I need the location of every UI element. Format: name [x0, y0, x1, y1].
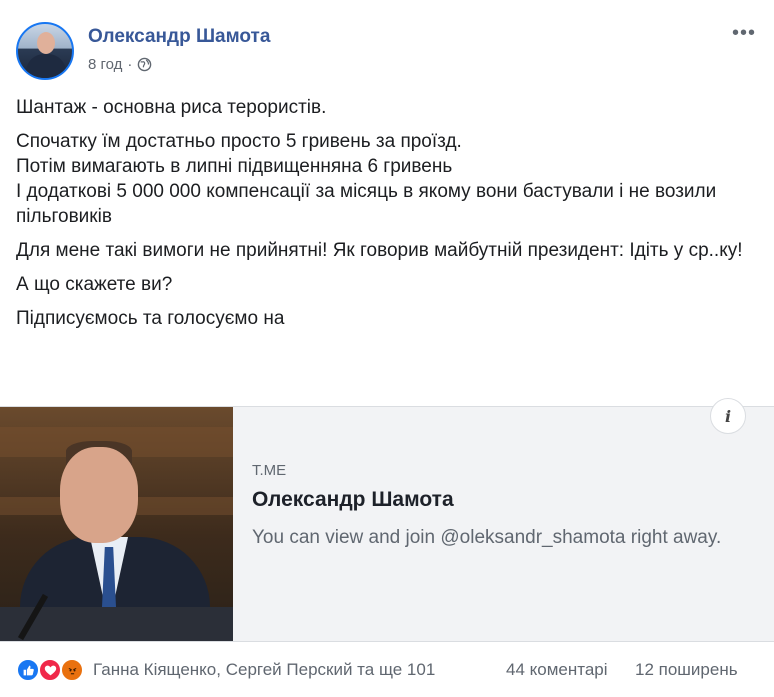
post-paragraph: А що скажете ви? [16, 274, 173, 295]
post-paragraph: Шантаж - основна риса терористів. [16, 97, 327, 118]
meta-separator: · [127, 56, 133, 73]
shares-count[interactable]: 12 поширень [635, 660, 738, 680]
reaction-names[interactable]: Ганна Кіященко, Сергей Перский та ще 101 [93, 660, 435, 680]
post-footer: Ганна Кіященко, Сергей Перский та ще 101… [0, 654, 774, 686]
post-paragraph: Підписуємось та голосуємо на [16, 308, 285, 329]
more-options-icon[interactable]: ••• [732, 22, 756, 45]
post-meta: 8 год · [88, 56, 152, 73]
author-avatar[interactable] [16, 22, 74, 80]
info-icon[interactable]: i [710, 398, 746, 434]
comments-count[interactable]: 44 коментарі [506, 660, 608, 680]
avatar-suit [26, 54, 66, 78]
post-paragraph: Спочатку їм достатньо просто 5 гривень з… [16, 131, 462, 152]
post-time[interactable]: 8 год [88, 56, 122, 73]
link-domain: T.ME [252, 462, 287, 479]
globe-icon[interactable] [137, 57, 152, 72]
post-paragraph: Потім вимагають в липні підвищенняна 6 г… [16, 156, 453, 177]
link-preview-image[interactable] [0, 407, 233, 641]
reaction-icons[interactable] [16, 658, 88, 682]
angry-icon[interactable] [60, 658, 84, 682]
author-name[interactable]: Олександр Шамота [88, 26, 270, 48]
link-description: You can view and join @oleksandr_shamota… [252, 527, 722, 548]
link-title[interactable]: Олександр Шамота [252, 488, 454, 512]
facebook-post: Олександр Шамота 8 год · ••• Шантаж - ос… [0, 0, 774, 697]
avatar-face [37, 32, 55, 54]
post-paragraph: І додаткові 5 000 000 компенсації за міс… [16, 181, 717, 227]
love-icon[interactable] [38, 658, 62, 682]
post-text: Шантаж - основна риса терористів. Спочат… [16, 95, 761, 340]
like-icon[interactable] [16, 658, 40, 682]
post-paragraph: Для мене такі вимоги не прийнятні! Як го… [16, 240, 743, 261]
